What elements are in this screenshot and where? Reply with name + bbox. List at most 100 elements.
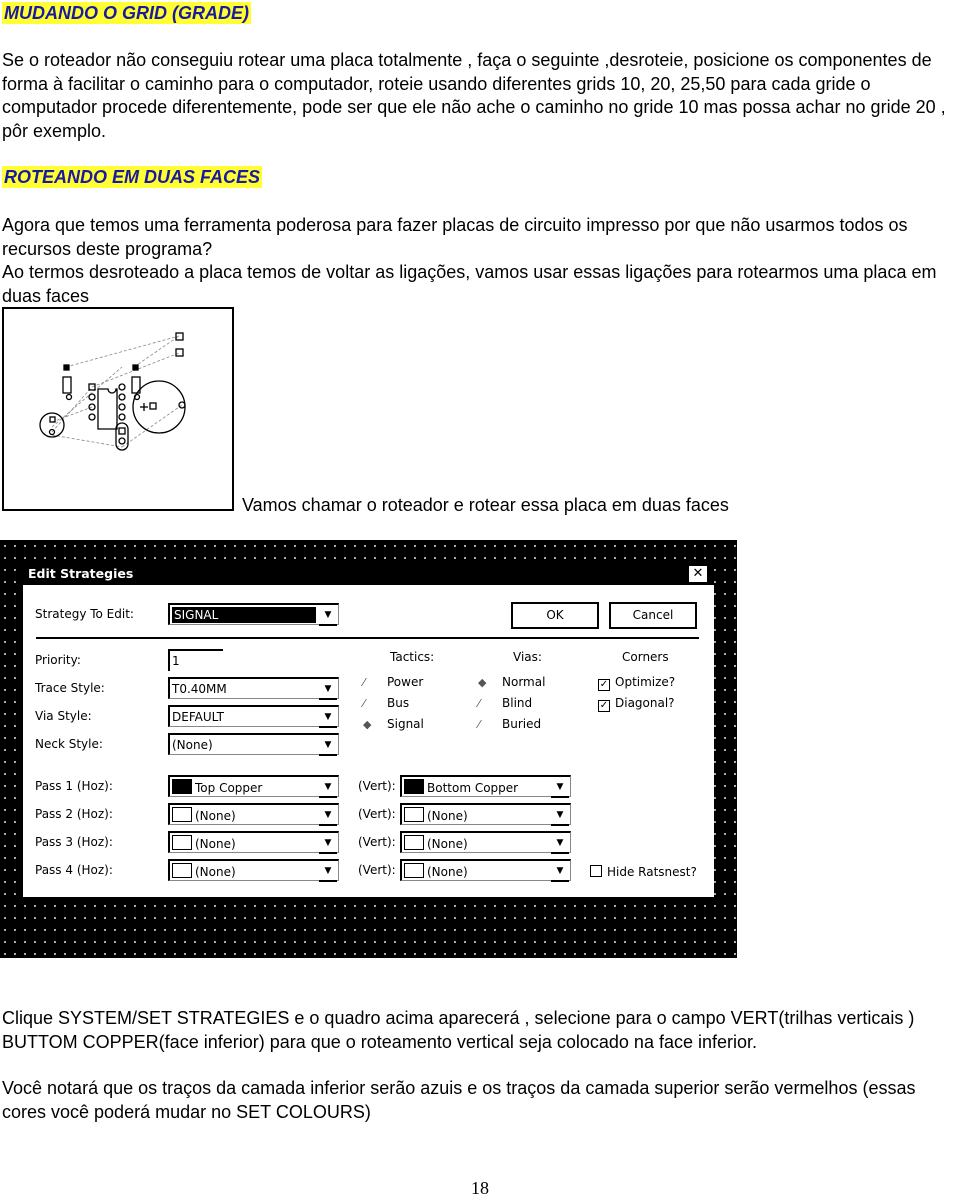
neck-style-value: (None) <box>172 738 213 752</box>
page-number: 18 <box>471 1178 489 1196</box>
vert-layer-value: (None) <box>427 837 468 851</box>
strategy-select[interactable]: SIGNAL ▼ <box>168 603 339 626</box>
tactic-label: Power <box>387 675 424 689</box>
radio-icon: ⁄ <box>363 697 365 710</box>
dialog-title: Edit Strategies <box>28 566 134 581</box>
vert-layer-value: Bottom Copper <box>427 781 519 795</box>
chevron-down-icon[interactable]: ▼ <box>319 606 337 626</box>
via-label: Blind <box>502 696 533 710</box>
via-label: Buried <box>502 717 542 731</box>
vert-label: (Vert): <box>358 863 396 877</box>
pass-2-hoz-select[interactable]: (None) ▼ <box>168 803 339 826</box>
corner-label: Diagonal? <box>615 696 675 710</box>
via-style-value: DEFAULT <box>172 710 224 724</box>
chevron-down-icon[interactable]: ▼ <box>551 862 569 882</box>
hoz-layer-value: Top Copper <box>195 781 263 795</box>
radio-icon: ⁄ <box>478 697 480 710</box>
neck-style-select[interactable]: (None) ▼ <box>168 733 339 756</box>
pass-3-vert-select[interactable]: (None) ▼ <box>400 831 571 854</box>
strategy-label: Strategy To Edit: <box>35 607 134 621</box>
heading-duas-faces: ROTEANDO EM DUAS FACES <box>2 166 263 188</box>
radio-selected-icon: ◆ <box>363 718 372 731</box>
layer-color-swatch <box>404 835 424 850</box>
pass-3-hoz-select[interactable]: (None) ▼ <box>168 831 339 854</box>
neck-style-label: Neck Style: <box>35 737 103 751</box>
pass-4-hoz-select[interactable]: (None) ▼ <box>168 859 339 882</box>
ok-button[interactable]: OK <box>511 602 599 629</box>
chevron-down-icon[interactable]: ▼ <box>319 778 337 798</box>
chevron-down-icon[interactable]: ▼ <box>319 806 337 826</box>
heading-mudando-grid: MUDANDO O GRID (GRADE) <box>2 2 251 24</box>
pass-label: Pass 2 (Hoz): <box>35 807 113 821</box>
paragraph-ferramenta: Agora que temos uma ferramenta poderosa … <box>2 215 908 259</box>
layer-color-swatch <box>172 835 192 850</box>
caption-roteador: Vamos chamar o roteador e rotear essa pl… <box>242 495 729 515</box>
edit-strategies-dialog: Edit Strategies ✕ Strategy To Edit: SIGN… <box>23 563 714 897</box>
checkbox-icon <box>590 865 602 877</box>
vert-label: (Vert): <box>358 807 396 821</box>
pass-1-vert-select[interactable]: Bottom Copper ▼ <box>400 775 571 798</box>
hoz-layer-value: (None) <box>195 809 236 823</box>
cancel-button[interactable]: Cancel <box>609 602 697 629</box>
priority-label: Priority: <box>35 653 81 667</box>
corner-checkbox-0[interactable]: ✓ Optimize? <box>598 675 675 691</box>
via-style-label: Via Style: <box>35 709 92 723</box>
via-radio-buried[interactable]: ⁄ Buried <box>478 717 541 731</box>
pcb-layout-image <box>2 307 234 511</box>
radio-icon: ⁄ <box>363 676 365 689</box>
via-radio-normal[interactable]: ◆ Normal <box>478 675 545 689</box>
hoz-layer-value: (None) <box>195 865 236 879</box>
close-icon[interactable]: ✕ <box>688 565 708 583</box>
dialog-title-bar: Edit Strategies ✕ <box>23 563 714 585</box>
vias-label: Vias: <box>513 650 542 664</box>
via-radio-blind[interactable]: ⁄ Blind <box>478 696 532 710</box>
layer-color-swatch <box>404 779 424 794</box>
chevron-down-icon[interactable]: ▼ <box>319 834 337 854</box>
checkbox-icon: ✓ <box>598 679 610 691</box>
trace-style-value: T0.40MM <box>172 682 227 696</box>
checkbox-icon: ✓ <box>598 700 610 712</box>
tactic-label: Bus <box>387 696 410 710</box>
tactic-radio-signal[interactable]: ◆ Signal <box>363 717 424 731</box>
pcb-drawing <box>39 332 186 451</box>
pass-label: Pass 1 (Hoz): <box>35 779 113 793</box>
chevron-down-icon[interactable]: ▼ <box>319 862 337 882</box>
pass-4-vert-select[interactable]: (None) ▼ <box>400 859 571 882</box>
priority-input[interactable]: 1 <box>168 649 223 671</box>
vert-label: (Vert): <box>358 779 396 793</box>
paragraph-ligacoes: Ao termos desroteado a placa temos de vo… <box>2 262 937 306</box>
tactic-label: Signal <box>387 717 424 731</box>
hide-ratsnest-checkbox[interactable]: Hide Ratsnest? <box>590 865 697 879</box>
paragraph-grid: Se o roteador não conseguiu rotear uma p… <box>2 50 946 141</box>
tactic-radio-power[interactable]: ⁄ Power <box>363 675 423 689</box>
chevron-down-icon[interactable]: ▼ <box>319 736 337 756</box>
corner-checkbox-1[interactable]: ✓ Diagonal? <box>598 696 675 712</box>
vert-layer-value: (None) <box>427 809 468 823</box>
trace-style-select[interactable]: T0.40MM ▼ <box>168 677 339 700</box>
pass-1-hoz-select[interactable]: Top Copper ▼ <box>168 775 339 798</box>
radio-icon: ⁄ <box>478 718 480 731</box>
chevron-down-icon[interactable]: ▼ <box>551 806 569 826</box>
hide-ratsnest-label: Hide Ratsnest? <box>607 865 697 879</box>
divider <box>36 637 699 639</box>
tactics-label: Tactics: <box>390 650 435 664</box>
corner-label: Optimize? <box>615 675 676 689</box>
pass-2-vert-select[interactable]: (None) ▼ <box>400 803 571 826</box>
document-page: MUDANDO O GRID (GRADE) Se o roteador não… <box>0 0 960 1196</box>
chevron-down-icon[interactable]: ▼ <box>551 834 569 854</box>
chevron-down-icon[interactable]: ▼ <box>319 680 337 700</box>
chevron-down-icon[interactable]: ▼ <box>551 778 569 798</box>
tactic-radio-bus[interactable]: ⁄ Bus <box>363 696 409 710</box>
paragraph-cores: Você notará que os traços da camada infe… <box>2 1078 916 1122</box>
layer-color-swatch <box>404 863 424 878</box>
layer-color-swatch <box>172 863 192 878</box>
layer-color-swatch <box>172 779 192 794</box>
pass-label: Pass 3 (Hoz): <box>35 835 113 849</box>
via-style-select[interactable]: DEFAULT ▼ <box>168 705 339 728</box>
hoz-layer-value: (None) <box>195 837 236 851</box>
edit-strategies-screenshot: Edit Strategies ✕ Strategy To Edit: SIGN… <box>0 540 737 958</box>
layer-color-swatch <box>172 807 192 822</box>
chevron-down-icon[interactable]: ▼ <box>319 708 337 728</box>
vert-label: (Vert): <box>358 835 396 849</box>
via-label: Normal <box>502 675 546 689</box>
